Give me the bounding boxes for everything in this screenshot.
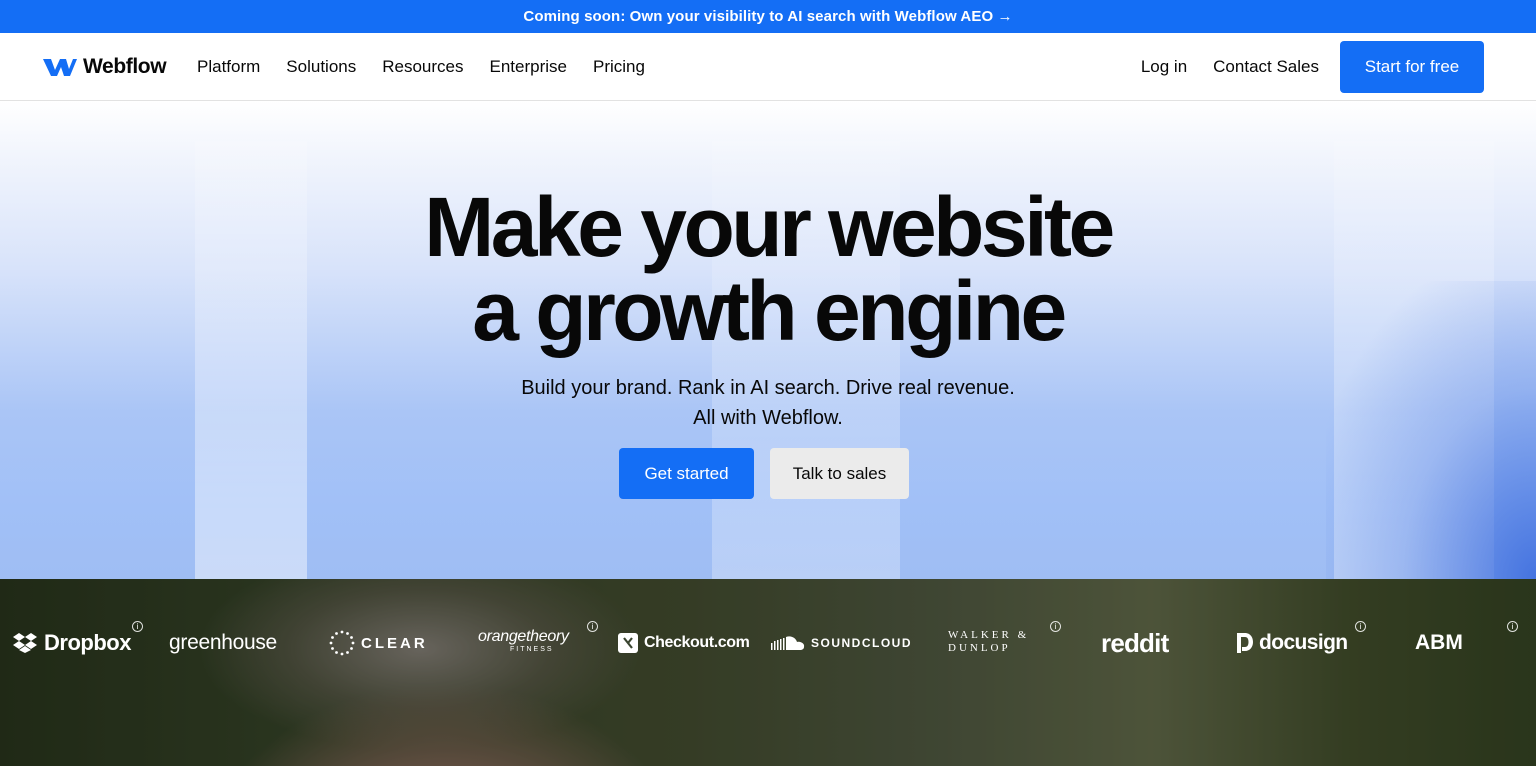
docusign-logo[interactable]: docusign i <box>1237 621 1366 657</box>
hero-sub-line1: Build your brand. Rank in AI search. Dri… <box>521 377 1015 399</box>
get-started-button[interactable]: Get started <box>619 448 754 499</box>
checkout-logo[interactable]: Checkout.com <box>618 629 750 657</box>
hero-headline-line1: Make your website <box>424 180 1115 274</box>
abm-wordmark: ABM <box>1415 631 1463 654</box>
greenhouse-logo[interactable]: greenhouse <box>169 629 277 657</box>
info-icon[interactable]: i <box>1050 621 1061 632</box>
docusign-wordmark: docusign <box>1259 631 1348 654</box>
announcement-text[interactable]: Coming soon: Own your visibility to AI s… <box>523 8 1012 25</box>
info-icon[interactable]: i <box>587 621 598 632</box>
nav-solutions[interactable]: Solutions <box>273 33 369 100</box>
nav-resources[interactable]: Resources <box>369 33 476 100</box>
info-icon[interactable]: i <box>1355 621 1366 632</box>
talk-to-sales-button[interactable]: Talk to sales <box>770 448 909 499</box>
login-link[interactable]: Log in <box>1128 33 1200 100</box>
info-icon[interactable]: i <box>1507 621 1518 632</box>
checkout-wordmark: Checkout.com <box>644 634 750 651</box>
logo-wordmark: Webflow <box>83 55 167 78</box>
info-icon[interactable]: i <box>132 621 143 632</box>
nav-enterprise[interactable]: Enterprise <box>477 33 580 100</box>
walker-dunlop-line1: WALKER & <box>948 629 1030 641</box>
dropbox-logo[interactable]: Dropbox i <box>12 621 143 657</box>
start-for-free-button[interactable]: Start for free <box>1340 40 1484 93</box>
abm-logo[interactable]: ABM i <box>1415 621 1518 657</box>
hero-cta-group: Get started Talk to sales <box>619 448 909 499</box>
hero-video-background: Dropbox i greenhouse CLEAR orangetheory … <box>0 579 1536 766</box>
webflow-logo[interactable]: Webflow <box>43 53 167 81</box>
customer-logo-strip: Dropbox i greenhouse CLEAR orangetheory … <box>0 579 1536 709</box>
checkout-icon <box>618 633 638 653</box>
announcement-bar[interactable]: Coming soon: Own your visibility to AI s… <box>0 0 1536 33</box>
hero-headline: Make your website a growth engine <box>0 185 1536 353</box>
hero-headline-line2: a growth engine <box>472 264 1067 358</box>
reddit-logo[interactable]: reddit <box>1101 627 1169 658</box>
hero-sub-line2: All with Webflow. <box>693 407 843 429</box>
hero-subheadline: Build your brand. Rank in AI search. Dri… <box>0 373 1536 433</box>
orangetheory-wordmark: orangetheory <box>478 628 569 645</box>
clear-icon <box>329 630 355 656</box>
greenhouse-wordmark: greenhouse <box>169 631 277 654</box>
nav-pricing[interactable]: Pricing <box>580 33 658 100</box>
soundcloud-wordmark: SOUNDCLOUD <box>811 636 912 650</box>
soundcloud-logo[interactable]: SOUNDCLOUD <box>771 629 912 657</box>
orangetheory-tagline: FITNESS <box>510 646 554 653</box>
walker-dunlop-logo[interactable]: WALKER & DUNLOP i <box>948 621 1061 657</box>
walker-dunlop-line2: DUNLOP <box>948 642 1011 654</box>
nav-platform[interactable]: Platform <box>184 33 273 100</box>
navbar: Webflow Platform Solutions Resources Ent… <box>0 33 1536 101</box>
clear-wordmark: CLEAR <box>361 634 428 652</box>
docusign-icon <box>1237 633 1253 653</box>
primary-nav: Platform Solutions Resources Enterprise … <box>184 33 658 100</box>
webflow-logo-icon <box>43 59 77 76</box>
dropbox-icon <box>13 633 37 653</box>
clear-logo[interactable]: CLEAR <box>329 629 428 657</box>
contact-sales-link[interactable]: Contact Sales <box>1200 33 1332 100</box>
orangetheory-logo[interactable]: orangetheory FITNESS i <box>478 621 598 657</box>
soundcloud-icon <box>771 636 805 650</box>
hero-section: Make your website a growth engine Build … <box>0 101 1536 579</box>
reddit-wordmark: reddit <box>1101 627 1169 658</box>
nav-actions: Log in Contact Sales Start for free <box>1128 33 1484 100</box>
dropbox-wordmark: Dropbox <box>44 630 131 655</box>
